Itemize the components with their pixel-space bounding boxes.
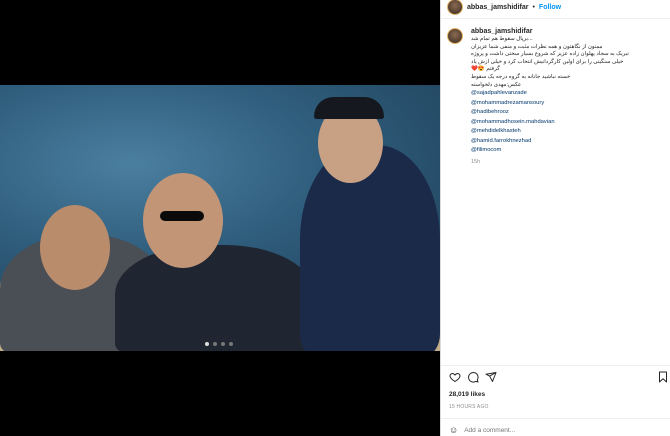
carousel-dot (221, 342, 225, 346)
divider (441, 365, 670, 366)
photo-person-right (300, 145, 440, 351)
post-timestamp: 15 HOURS AGO (449, 404, 489, 410)
mention-link[interactable]: @mohammadrezamansoury (471, 99, 667, 109)
mention-link[interactable]: @hamid.farrokhnezhad (471, 137, 667, 147)
caption-avatar[interactable] (447, 28, 463, 44)
follow-button[interactable]: Follow (539, 4, 561, 11)
carousel-dot (205, 342, 209, 346)
caption-body: abbas_jamshidifar ...برپال سقوط هم تمام … (471, 28, 667, 165)
emoji-icon[interactable]: ☺ (449, 425, 458, 435)
caption-line: خسته نباشید جانانه به گروه درجه یک سقوط (471, 73, 571, 80)
caption-line: تبریک به سجاد پهلوان زاده عزیز که شروع ب… (471, 51, 629, 58)
mention-link[interactable]: @mehdidelkhasteh (471, 127, 667, 137)
post-username[interactable]: abbas_jamshidifar (467, 4, 528, 11)
photo-sunglasses (160, 211, 204, 221)
carousel-dot (213, 342, 217, 346)
caption-username[interactable]: abbas_jamshidifar (471, 28, 667, 35)
bookmark-icon[interactable] (657, 371, 669, 383)
mention-link[interactable]: @hadibehrooz (471, 108, 667, 118)
action-bar (449, 371, 667, 385)
caption-line: ...برپال سقوط هم تمام شد (471, 36, 533, 42)
comment-input[interactable] (464, 426, 645, 434)
post-sidebar: abbas_jamshidifar • Follow abbas_jamshid… (440, 0, 670, 436)
avatar[interactable] (447, 0, 463, 15)
caption-age: 15h (471, 158, 481, 165)
header-separator: • (532, 3, 535, 11)
post-header: abbas_jamshidifar • Follow (441, 0, 670, 15)
likes-count[interactable]: 28,019 likes (449, 391, 485, 398)
add-comment-bar: ☺ (449, 424, 667, 436)
mention-link[interactable]: @sajadpahlevanzade (471, 89, 667, 99)
post-media[interactable] (0, 0, 440, 436)
post-photo[interactable] (0, 85, 440, 351)
caption-line: عکس:مهدی دلخواسته (471, 81, 522, 88)
share-icon[interactable] (485, 371, 497, 383)
caption-line: خیلی سنگینی را برای اولین کارگردانیش انت… (471, 58, 624, 65)
divider (441, 18, 670, 19)
comment-icon[interactable] (467, 371, 479, 383)
photo-person-center (115, 245, 315, 351)
divider (441, 418, 670, 419)
heart-icon[interactable] (449, 371, 461, 383)
mention-link[interactable]: @filimocom (471, 146, 667, 156)
photo-cap (314, 97, 384, 119)
carousel-dots (205, 342, 233, 346)
photo-person-left-head (40, 205, 110, 290)
carousel-dot (229, 342, 233, 346)
instagram-post: abbas_jamshidifar • Follow abbas_jamshid… (0, 0, 670, 436)
caption-line: گرفتم 😍❤️ (471, 66, 500, 73)
mention-link[interactable]: @mohammadhosein.mahdavian (471, 118, 667, 128)
